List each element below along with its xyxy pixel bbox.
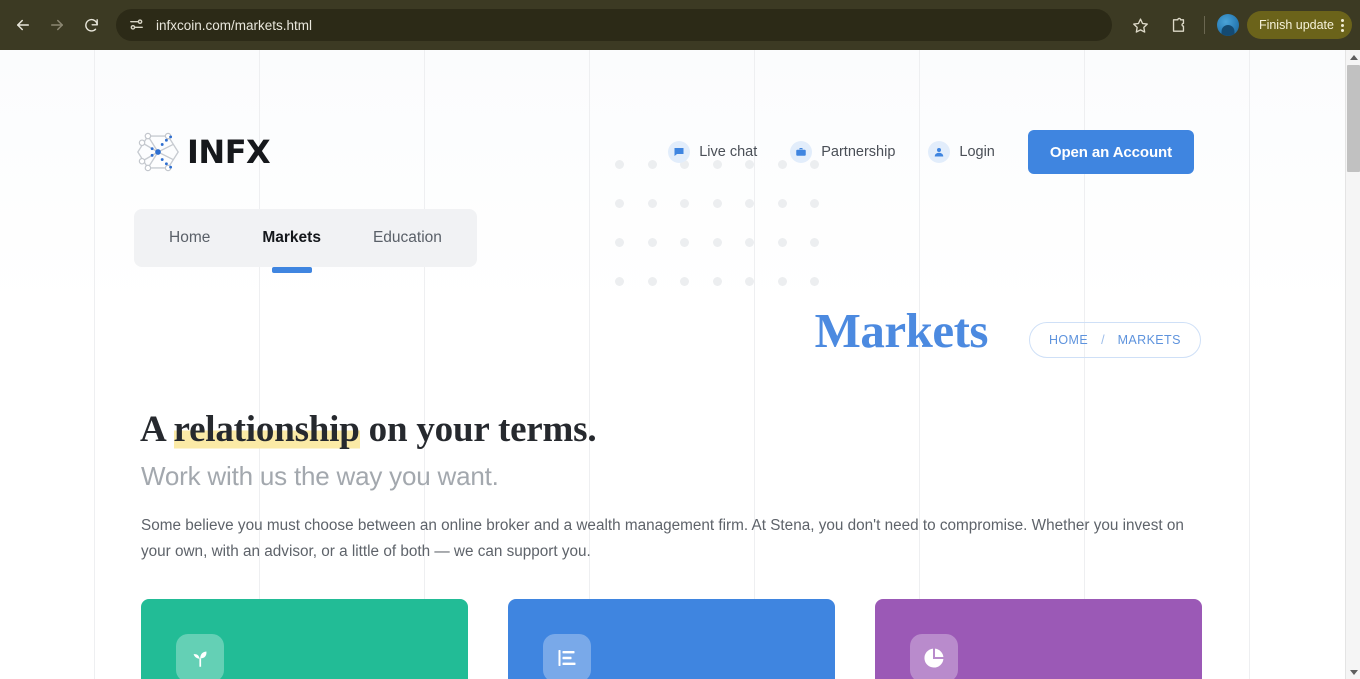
- tab-home[interactable]: Home: [143, 209, 236, 267]
- tab-education[interactable]: Education: [347, 209, 468, 267]
- finish-update-button[interactable]: Finish update: [1246, 11, 1352, 39]
- partnership-link[interactable]: Partnership: [790, 141, 895, 163]
- browser-menu-icon[interactable]: [1341, 18, 1344, 32]
- growth-card[interactable]: [141, 599, 468, 679]
- reload-icon: [84, 18, 98, 32]
- forward-arrow-icon: [51, 19, 63, 31]
- browser-actions: Finish update: [1122, 10, 1360, 40]
- logo-wordmark: INFX: [187, 133, 271, 171]
- breadcrumb: HOME / MARKETS: [1029, 322, 1201, 358]
- live-chat-link[interactable]: Live chat: [668, 141, 757, 163]
- bookmark-button[interactable]: [1126, 10, 1156, 40]
- partnership-label: Partnership: [821, 144, 896, 160]
- address-bar[interactable]: infxcoin.com/markets.html: [116, 9, 1112, 41]
- chat-bubble-icon: [668, 141, 691, 163]
- section-tabs: Home Markets Education: [134, 209, 477, 267]
- headline-highlight: relationship: [173, 409, 360, 450]
- headline-prefix: A: [140, 409, 174, 450]
- breadcrumb-separator: /: [1101, 333, 1105, 347]
- browser-toolbar: infxcoin.com/markets.html Finish update: [0, 0, 1360, 50]
- scrollbar-thumb[interactable]: [1347, 65, 1360, 172]
- page-title: Markets: [814, 303, 989, 358]
- site-header: INFX Live chat Partnership Login Open an…: [0, 50, 1345, 200]
- breadcrumb-home[interactable]: HOME: [1049, 333, 1088, 347]
- site-settings-icon[interactable]: [128, 16, 146, 34]
- scroll-up-arrow-icon[interactable]: [1346, 50, 1360, 64]
- page-viewport: INFX Live chat Partnership Login Open an…: [0, 50, 1360, 679]
- analytics-card[interactable]: [508, 599, 835, 679]
- allocation-card[interactable]: [875, 599, 1202, 679]
- back-arrow-icon: [17, 19, 29, 31]
- headline: A relationship on your terms.: [140, 408, 597, 451]
- star-icon: [1133, 17, 1149, 33]
- profile-avatar[interactable]: [1216, 14, 1239, 36]
- hexagon-network-icon: [137, 132, 179, 172]
- header-utility-nav: Live chat Partnership Login Open an Acco…: [668, 130, 1194, 174]
- web-page: INFX Live chat Partnership Login Open an…: [0, 50, 1345, 679]
- reload-button[interactable]: [74, 8, 108, 42]
- pie-chart-icon: [910, 634, 958, 679]
- finish-update-label: Finish update: [1258, 18, 1334, 32]
- scroll-down-arrow-icon[interactable]: [1346, 665, 1360, 679]
- live-chat-label: Live chat: [699, 144, 758, 160]
- sprout-icon: [176, 634, 224, 679]
- back-button[interactable]: [6, 8, 40, 42]
- intro-paragraph: Some believe you must choose between an …: [141, 517, 1184, 560]
- briefcase-icon: [790, 141, 813, 163]
- tab-markets[interactable]: Markets: [236, 209, 347, 267]
- puzzle-icon: [1173, 17, 1185, 32]
- open-account-button[interactable]: Open an Account: [1027, 130, 1194, 174]
- login-label: Login: [959, 144, 995, 160]
- extensions-button[interactable]: [1164, 10, 1194, 40]
- feature-card-list: [141, 599, 1202, 679]
- page-scrollbar[interactable]: [1345, 50, 1360, 679]
- login-link[interactable]: Login: [928, 141, 995, 163]
- bar-chart-icon: [543, 634, 591, 679]
- site-logo[interactable]: INFX: [136, 131, 271, 173]
- headline-suffix: on your terms.: [359, 409, 597, 450]
- url-text: infxcoin.com/markets.html: [156, 17, 313, 33]
- breadcrumb-current: MARKETS: [1117, 333, 1181, 347]
- subheadline: Work with us the way you want.: [141, 461, 499, 491]
- toolbar-divider: [1203, 16, 1205, 34]
- forward-button[interactable]: [40, 8, 74, 42]
- person-icon: [928, 141, 951, 163]
